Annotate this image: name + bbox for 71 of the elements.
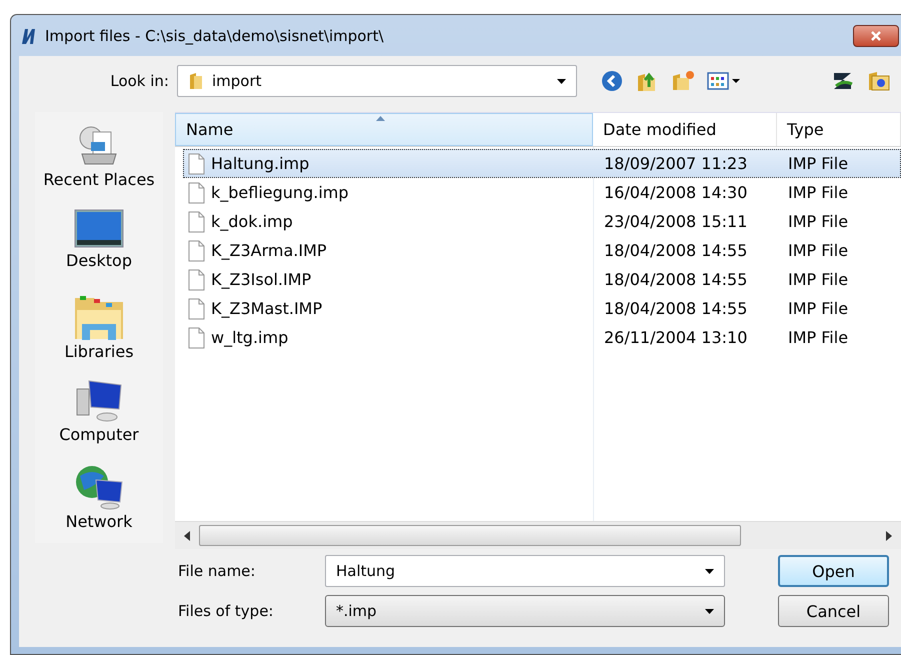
file-name-label: File name: [177,562,256,580]
file-name: Haltung.imp [211,154,310,173]
file-type: IMP File [788,299,848,318]
file-name: K_Z3Mast.IMP [211,299,322,318]
libraries-folder-icon[interactable] [74,294,124,340]
place-label[interactable]: Network [66,512,132,531]
caret-icon [705,568,714,574]
file-icon [188,326,205,348]
date-modified: 18/04/2008 14:55 [604,270,748,289]
scrollbar-thumb[interactable] [199,525,741,546]
date-modified: 16/04/2008 14:30 [604,183,748,202]
date-modified: 18/04/2008 14:55 [604,299,748,318]
close-icon [870,30,882,40]
file-row[interactable]: K_Z3Isol.IMP 18/04/2008 14:55 IMP File [183,265,901,294]
folder-icon [188,72,204,90]
date-modified: 18/04/2008 14:55 [604,241,748,260]
date-modified: 26/11/2004 13:10 [604,328,748,347]
file-icon [188,182,205,204]
window-title: Import files - C:\sis_data\demo\sisnet\import\ [45,26,384,44]
place-label[interactable]: Libraries [64,342,134,361]
file-row[interactable]: k_dok.imp 23/04/2008 15:11 IMP File [183,207,901,236]
logo-icon[interactable] [831,70,855,92]
look-in-dropdown[interactable]: import [177,65,577,97]
look-in-label: Look in: [109,72,170,90]
column-header[interactable]: Name [175,113,593,146]
desktop-screen-icon[interactable] [74,209,124,249]
file-row[interactable]: w_ltg.imp 26/11/2004 13:10 IMP File [183,323,901,352]
open-button[interactable]: Open [778,555,889,587]
cancel-button[interactable]: Cancel [778,595,889,627]
file-icon [188,210,205,232]
file-type: IMP File [788,270,848,289]
file-type: IMP File [788,241,848,260]
file-type: IMP File [788,328,848,347]
file-name: k_dok.imp [211,212,293,231]
computer-icon[interactable] [74,379,123,423]
date-modified: 18/09/2007 11:23 [604,154,748,173]
file-row[interactable]: K_Z3Arma.IMP 18/04/2008 14:55 IMP File [183,236,901,265]
file-type: IMP File [788,154,848,173]
folder-star-icon[interactable] [867,70,891,92]
globe-monitor-icon[interactable] [74,464,124,510]
file-name-field[interactable]: Haltung [325,555,725,587]
caret-icon [557,78,566,84]
back-icon[interactable] [601,70,623,92]
sort-arrow-icon [376,116,385,121]
place-label[interactable]: Computer [59,425,139,444]
scroll-left-icon[interactable] [183,530,191,540]
file-icon [188,240,205,262]
file-row[interactable]: K_Z3Mast.IMP 18/04/2008 14:55 IMP File [183,294,901,323]
file-name: K_Z3Arma.IMP [211,241,327,260]
file-name: K_Z3Isol.IMP [211,270,312,289]
file-icon [188,268,205,290]
view-menu-icon[interactable] [707,71,743,91]
file-icon [188,298,205,320]
file-type-dropdown[interactable]: *.imp [325,595,725,627]
close-button[interactable] [853,24,899,46]
file-type-label: Files of type: [177,602,274,620]
place-label[interactable]: Recent Places [43,170,155,189]
horizontal-scrollbar[interactable] [175,521,901,549]
place-label[interactable]: Desktop [66,251,132,270]
file-name: k_befliegung.imp [211,183,348,202]
file-name: w_ltg.imp [211,328,288,347]
file-icon [188,152,205,174]
caret-icon [705,608,714,614]
file-row[interactable]: k_befliegung.imp 16/04/2008 14:30 IMP File [183,178,901,207]
column-header[interactable]: Type [777,113,901,146]
file-type: IMP File [788,212,848,231]
file-row[interactable]: Haltung.imp 18/09/2007 11:23 IMP File [183,149,901,178]
date-modified: 23/04/2008 15:11 [604,212,748,231]
scroll-right-icon[interactable] [885,530,893,540]
file-type: IMP File [788,183,848,202]
column-header[interactable]: Date modified [593,113,777,146]
